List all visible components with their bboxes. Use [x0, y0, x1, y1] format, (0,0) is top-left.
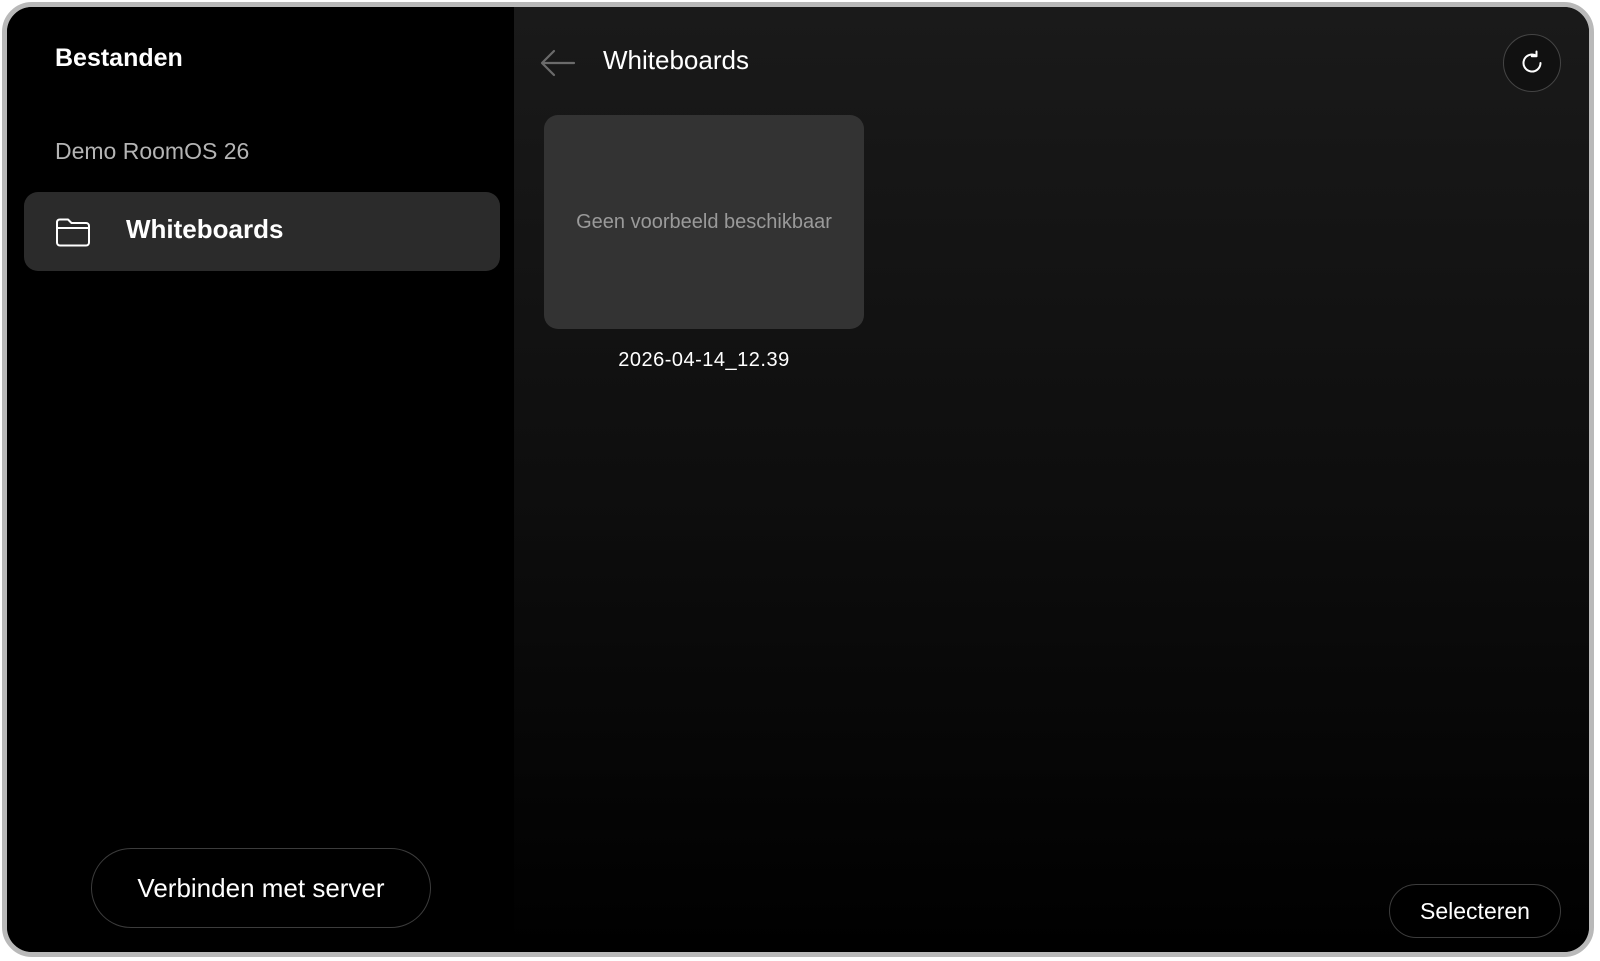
- refresh-icon: [1522, 50, 1542, 73]
- file-thumbnail: Geen voorbeeld beschikbaar: [544, 115, 864, 329]
- sidebar: Bestanden Demo RoomOS 26 Whiteboards Ver…: [7, 7, 514, 952]
- select-button[interactable]: Selecteren: [1389, 884, 1561, 938]
- app-window: Bestanden Demo RoomOS 26 Whiteboards Ver…: [2, 2, 1594, 957]
- connect-server-button[interactable]: Verbinden met server: [91, 848, 431, 928]
- sidebar-item-whiteboards[interactable]: Whiteboards: [24, 192, 500, 271]
- sidebar-title: Bestanden: [55, 44, 183, 72]
- arrow-left-icon[interactable]: [538, 45, 578, 81]
- refresh-button[interactable]: [1503, 34, 1561, 92]
- sidebar-item-label: Whiteboards: [126, 214, 284, 244]
- no-preview-text: Geen voorbeeld beschikbaar: [576, 210, 832, 233]
- main-panel: Whiteboards Geen voorbeeld beschikbaar 2…: [514, 7, 1589, 952]
- folder-icon: [56, 218, 90, 247]
- page-title: Whiteboards: [603, 45, 749, 75]
- file-item[interactable]: Geen voorbeeld beschikbaar 2026-04-14_12…: [544, 115, 864, 395]
- file-name: 2026-04-14_12.39: [618, 349, 790, 371]
- device-name: Demo RoomOS 26: [55, 138, 250, 164]
